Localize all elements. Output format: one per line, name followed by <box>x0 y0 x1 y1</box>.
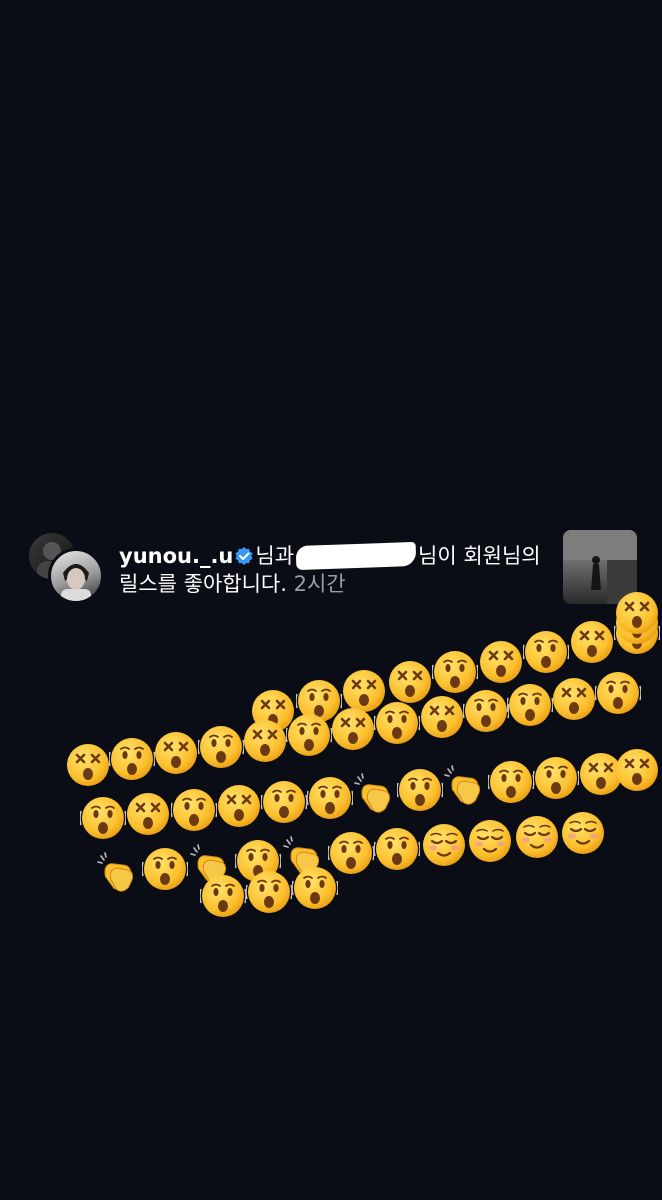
relaxed-emoji-icon <box>560 810 606 856</box>
astonished-emoji-icon <box>487 759 534 805</box>
astonished-emoji-icon <box>614 610 660 656</box>
astonished-emoji-icon <box>292 865 338 911</box>
astonished-emoji-icon <box>397 767 444 813</box>
dizzy-emoji-icon <box>330 706 376 752</box>
astonished-emoji-icon <box>246 869 292 915</box>
dizzy-emoji-icon <box>387 659 433 705</box>
username-link[interactable]: yunou._.u <box>119 544 233 568</box>
astonished-emoji-icon <box>200 873 246 919</box>
notification-text-a: 님과 <box>255 544 295 568</box>
notification-text-c: 릴스를 좋아합니다. <box>119 572 287 596</box>
astonished-emoji-icon <box>327 830 374 876</box>
dizzy-emoji-icon <box>153 730 199 776</box>
dizzy-emoji-icon <box>478 639 524 685</box>
relaxed-emoji-icon <box>467 818 513 864</box>
clap-emoji-icon <box>188 842 234 888</box>
astonished-emoji-icon <box>595 670 642 716</box>
relaxed-emoji-icon <box>514 814 560 860</box>
astonished-emoji-icon <box>295 678 342 724</box>
dizzy-emoji-icon <box>551 676 597 722</box>
avatar-primary[interactable] <box>48 548 104 604</box>
notification-line-1: yunou._.u 님과 님이 회원님의 <box>119 540 541 571</box>
astonished-emoji-icon <box>286 712 332 758</box>
astonished-emoji-icon <box>197 724 244 770</box>
astonished-emoji-icon <box>432 649 478 695</box>
astonished-emoji-icon <box>141 846 188 892</box>
astonished-emoji-icon <box>234 838 281 884</box>
astonished-emoji-icon <box>533 755 579 801</box>
reel-thumbnail[interactable] <box>563 530 637 604</box>
astonished-emoji-icon <box>374 700 421 746</box>
notification-text-b: 님이 회원님의 <box>418 544 541 568</box>
dizzy-emoji-icon <box>125 791 171 837</box>
astonished-emoji-icon <box>109 736 156 782</box>
verified-badge-icon <box>234 546 254 566</box>
dizzy-emoji-icon <box>614 747 660 793</box>
clap-emoji-icon <box>442 763 488 809</box>
astonished-emoji-icon <box>374 826 420 872</box>
dizzy-emoji-icon <box>250 688 296 734</box>
astonished-emoji-icon <box>462 688 509 734</box>
notification-time: 2시간 <box>293 572 346 596</box>
dizzy-emoji-icon <box>341 668 387 714</box>
notification-line-2: 릴스를 좋아합니다. 2시간 <box>119 568 346 598</box>
clap-emoji-icon <box>281 834 327 880</box>
clap-emoji-icon <box>95 850 141 896</box>
relaxed-emoji-icon <box>421 822 467 868</box>
dizzy-emoji-icon <box>216 783 262 829</box>
astonished-emoji-icon <box>261 779 308 825</box>
dizzy-emoji-icon <box>65 742 111 788</box>
astonished-emoji-icon <box>507 682 553 728</box>
dizzy-emoji-icon <box>569 619 615 665</box>
astonished-emoji-icon <box>523 629 569 675</box>
clap-emoji-icon <box>352 771 398 817</box>
astonished-emoji-icon <box>306 775 353 821</box>
redaction-scribble <box>295 541 417 571</box>
dizzy-emoji-icon <box>578 751 624 797</box>
dizzy-emoji-icon <box>242 718 288 764</box>
astonished-emoji-icon <box>80 795 126 841</box>
dizzy-emoji-icon <box>419 694 465 740</box>
astonished-emoji-icon <box>170 787 217 833</box>
